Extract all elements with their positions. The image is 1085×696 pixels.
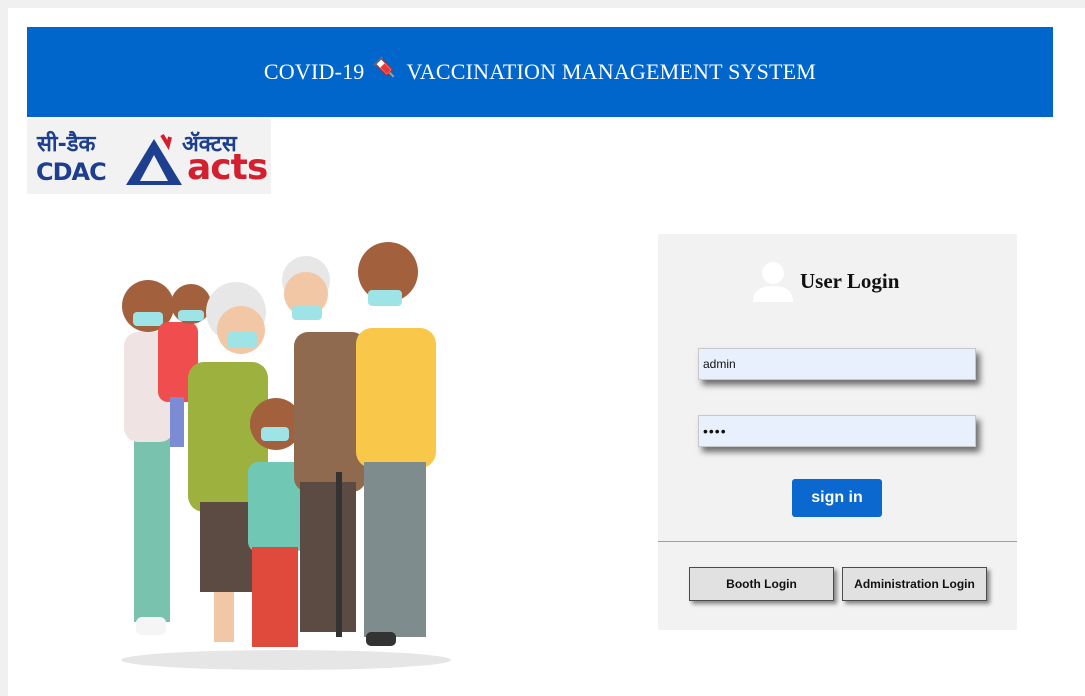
cdac-acts-logo: सी-डैक CDAC ॲक्टस acts (27, 119, 271, 194)
username-input[interactable] (698, 348, 976, 380)
syringe-icon (372, 55, 399, 89)
app-header: COVID-19 VACCINATION MANAGEMENT SYSTEM (27, 27, 1053, 117)
header-title-right: VACCINATION MANAGEMENT SYSTEM (406, 59, 817, 84)
divider (658, 541, 1017, 542)
login-title: User Login (800, 268, 900, 293)
header-title-left: COVID-19 (263, 59, 365, 84)
password-input[interactable] (698, 415, 976, 447)
login-header: User Login (750, 256, 899, 306)
login-panel: User Login sign in Booth Login Administr… (658, 234, 1017, 630)
acts-triangle-icon (126, 133, 182, 185)
logo-cdac-text: CDAC (36, 158, 107, 186)
user-icon (750, 258, 796, 304)
administration-login-button[interactable]: Administration Login (842, 567, 987, 601)
booth-login-button[interactable]: Booth Login (689, 567, 834, 601)
sign-in-button[interactable]: sign in (792, 479, 882, 517)
family-masks-illustration (96, 212, 476, 688)
logo-hindi-cdac: सी-डैक (37, 132, 96, 157)
logo-acts-text: acts (187, 147, 268, 188)
